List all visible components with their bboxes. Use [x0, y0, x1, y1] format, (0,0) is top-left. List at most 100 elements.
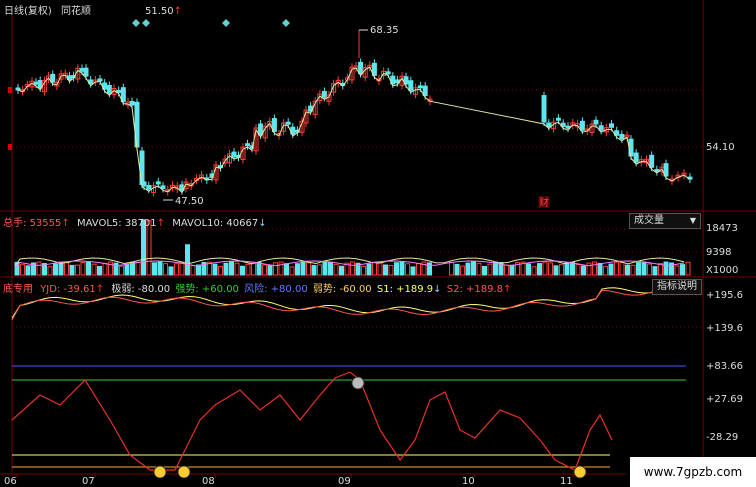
top-price-marker: 51.50↑	[145, 6, 182, 17]
candle-body	[106, 84, 112, 94]
volume-bar	[135, 261, 141, 276]
volume-bar	[685, 261, 691, 276]
chart-frame	[0, 0, 756, 475]
candle-body	[609, 123, 614, 128]
up-arrow-icon: ↑	[173, 6, 183, 17]
volume-bar	[361, 265, 366, 276]
volume-bar	[377, 261, 383, 276]
volume-header: 总手: 53555↑ MAVOL5: 38701↑ MAVOL10: 40667…	[3, 214, 267, 229]
volume-bar	[575, 264, 581, 276]
fx-label: 风险:	[244, 284, 268, 295]
volume-bar	[245, 263, 251, 276]
volume-bar	[570, 261, 575, 276]
volume-bar	[306, 262, 311, 276]
volume-bar	[482, 265, 487, 276]
volume-bar	[278, 261, 284, 276]
candle-body	[649, 154, 655, 168]
volume-bar	[124, 263, 130, 276]
down-arrow-icon: ↓	[433, 284, 442, 295]
volume-bar	[410, 266, 416, 276]
up-arrow-icon: ↑	[156, 218, 166, 229]
event-diamond-icon	[132, 19, 140, 27]
volume-bar	[273, 262, 278, 276]
volume-bar	[597, 262, 603, 276]
indicator-axis-label: +83.66	[706, 361, 743, 372]
stock-chart[interactable]: 68.35 47.50 财 54.10 18473 9398 X1000 +195.6 +13…	[0, 0, 756, 487]
volume-bar	[542, 261, 548, 276]
volume-bar	[102, 262, 108, 276]
volume-bar	[603, 266, 608, 276]
candle-body	[633, 152, 639, 163]
s2-label: S2:	[446, 284, 463, 295]
volume-bar	[47, 266, 53, 276]
volume-bar	[641, 261, 647, 276]
rs-value: -60.00	[339, 284, 372, 295]
candle-body	[231, 151, 237, 158]
volume-bar	[630, 264, 636, 276]
price-axis-label: 54.10	[706, 142, 735, 153]
smile-icon	[573, 465, 587, 479]
volume-bar	[471, 261, 476, 276]
volume-bar	[64, 262, 69, 276]
volume-bar	[311, 265, 317, 276]
qs-value: +60.00	[201, 284, 239, 295]
volume-bar	[20, 264, 25, 276]
mavol10-label: MAVOL10:	[172, 218, 224, 229]
qs-label: 强势:	[175, 284, 199, 295]
volume-bar	[190, 265, 196, 276]
yjd-value: -39.61	[63, 284, 96, 295]
yjd-label: YJD:	[40, 284, 61, 295]
indicator-dropdown[interactable]: 成交量 ▼	[629, 213, 701, 229]
candle-body	[79, 68, 85, 72]
volume-bar	[69, 264, 75, 276]
x-axis-label: 06	[4, 476, 17, 487]
volume-bar	[663, 261, 669, 276]
candle-body	[541, 95, 547, 123]
volume-bar	[586, 262, 592, 276]
stock-name: 同花顺	[61, 6, 91, 17]
volume-bar	[399, 261, 405, 276]
s2-value: +189.8	[466, 284, 504, 295]
volume-bar	[212, 263, 218, 276]
candle-body	[33, 81, 39, 85]
volume-bar	[531, 266, 537, 276]
volume-bar	[322, 261, 328, 276]
volume-bar	[262, 264, 267, 276]
indicator-help-button[interactable]: 指标说明	[652, 279, 702, 295]
volume-bar	[537, 263, 542, 276]
period-label: 日线(复权)	[4, 6, 52, 17]
x-axis-label: 09	[338, 476, 351, 487]
candle-body	[555, 117, 561, 121]
dropdown-label: 成交量	[634, 215, 664, 226]
volume-bar	[157, 261, 163, 276]
x-axis-label: 10	[462, 476, 475, 487]
volume-bar	[295, 263, 300, 276]
candle-body	[408, 80, 414, 91]
volume-bar	[476, 262, 482, 276]
volume-bar	[234, 262, 240, 276]
event-diamond-icon	[222, 19, 230, 27]
volume-bar	[526, 263, 531, 276]
volume-bar	[185, 244, 190, 276]
volume-bar	[366, 263, 372, 276]
volume-bar	[625, 264, 630, 276]
volume-bar	[350, 261, 355, 276]
candle-body	[385, 71, 391, 75]
s1-label: S1:	[376, 284, 393, 295]
candle-body	[160, 185, 166, 189]
indicator-header: 底专用 YJD: -39.61↑ 极弱: -80.00 强势: +60.00 风…	[3, 280, 511, 295]
x-axis-label: 11	[560, 476, 573, 487]
up-arrow-icon: ↑	[503, 284, 512, 295]
volume-bar	[405, 263, 410, 276]
volume-bar	[152, 262, 157, 276]
volume-bar	[608, 263, 614, 276]
volume-bar	[174, 263, 179, 276]
volume-bar	[449, 261, 454, 276]
candle-body	[129, 101, 135, 106]
volume-bar	[86, 261, 91, 276]
indicator-axis-label: +139.6	[706, 323, 743, 334]
s1-value: +189.9	[396, 284, 434, 295]
volume-bar	[416, 263, 421, 276]
candle-body	[155, 181, 161, 185]
axis-tick	[8, 144, 12, 150]
